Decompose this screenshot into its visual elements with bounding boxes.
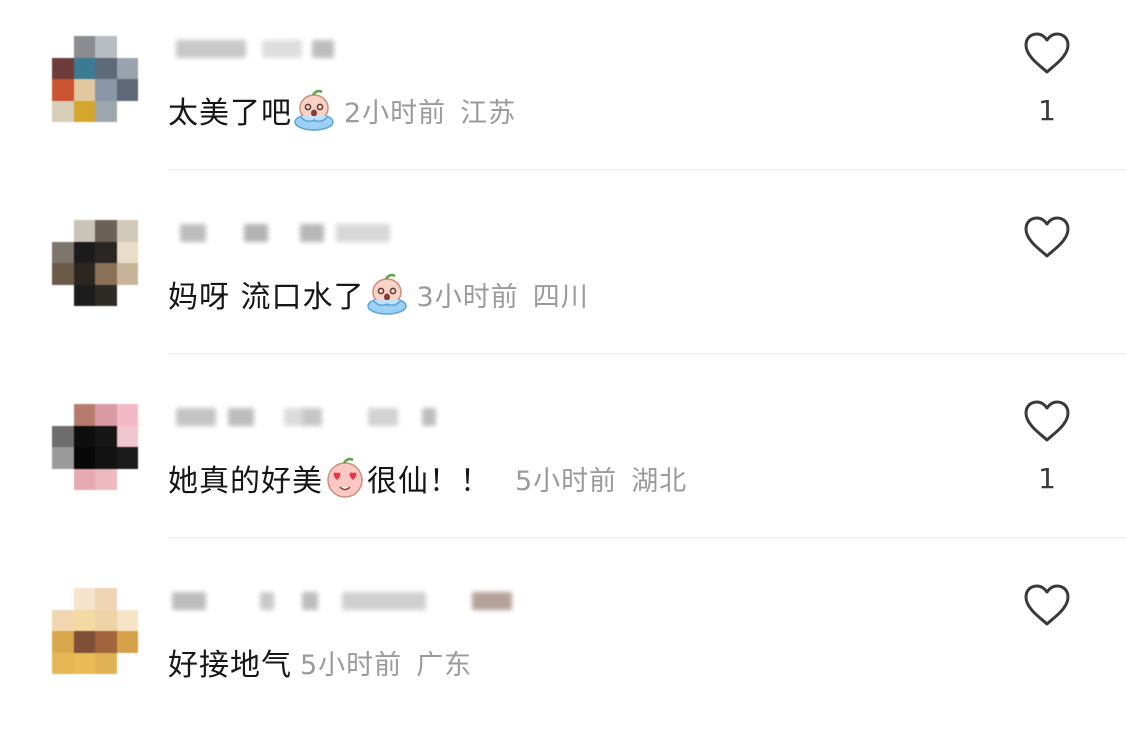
comment-time: 5小时前 [300,649,403,681]
username-redacted[interactable] [172,404,436,432]
comment-item: 太美了吧 2小时前 江苏 1 [0,0,1125,183]
like-group [1021,214,1073,326]
avatar[interactable] [52,36,138,122]
comment-item: 好接地气 5小时前 广东 [0,552,1125,735]
comment-text-after: 很仙！！ [367,464,491,499]
like-group: 1 [1021,30,1073,142]
crying-peach-emoji [292,88,336,132]
comment-text: 太美了吧 [168,96,292,131]
comment-line: 她真的好美 很仙！！ 5小时前 湖北 [168,456,687,500]
username-redacted[interactable] [172,588,512,616]
like-count: 1 [1038,462,1056,495]
comment-location: 四川 [532,281,589,313]
comment-time: 5小时前 [515,465,618,497]
comment-time: 3小时前 [416,281,519,313]
like-count: 1 [1038,94,1056,127]
username-redacted[interactable] [172,220,432,248]
comment-line: 太美了吧 2小时前 江苏 [168,88,516,132]
comment-location: 湖北 [631,465,688,497]
heart-icon[interactable] [1022,30,1072,76]
comment-item: 她真的好美 很仙！！ 5小时前 湖北 1 [0,368,1125,551]
username-redacted[interactable] [172,36,432,64]
comment-location: 广东 [416,649,473,681]
crying-peach-emoji [365,272,409,316]
comment-line: 妈呀 流口水了 3小时前 四川 [168,272,589,316]
heart-icon[interactable] [1022,582,1072,628]
divider [168,169,1125,170]
comment-meta: 5小时前 湖北 [515,459,687,498]
comment-text: 妈呀 流口水了 [168,280,365,315]
comment-meta: 5小时前 广东 [300,643,472,682]
comment-time: 2小时前 [344,97,447,129]
comment-location: 江苏 [460,97,517,129]
comment-meta: 3小时前 四川 [417,275,589,314]
divider [168,353,1125,354]
avatar[interactable] [52,588,138,674]
heart-icon[interactable] [1022,398,1072,444]
comment-line: 好接地气 5小时前 广东 [168,640,472,684]
like-group [1021,582,1073,694]
avatar[interactable] [52,404,138,490]
divider [168,537,1125,538]
avatar[interactable] [52,220,138,306]
heart-eyes-peach-emoji [323,456,367,500]
comment-text: 她真的好美 [168,464,323,499]
heart-icon[interactable] [1022,214,1072,260]
comment-text: 好接地气 [168,648,292,683]
like-group: 1 [1021,398,1073,510]
comment-meta: 2小时前 江苏 [344,91,516,130]
comment-item: 妈呀 流口水了 3小时前 四川 [0,184,1125,367]
